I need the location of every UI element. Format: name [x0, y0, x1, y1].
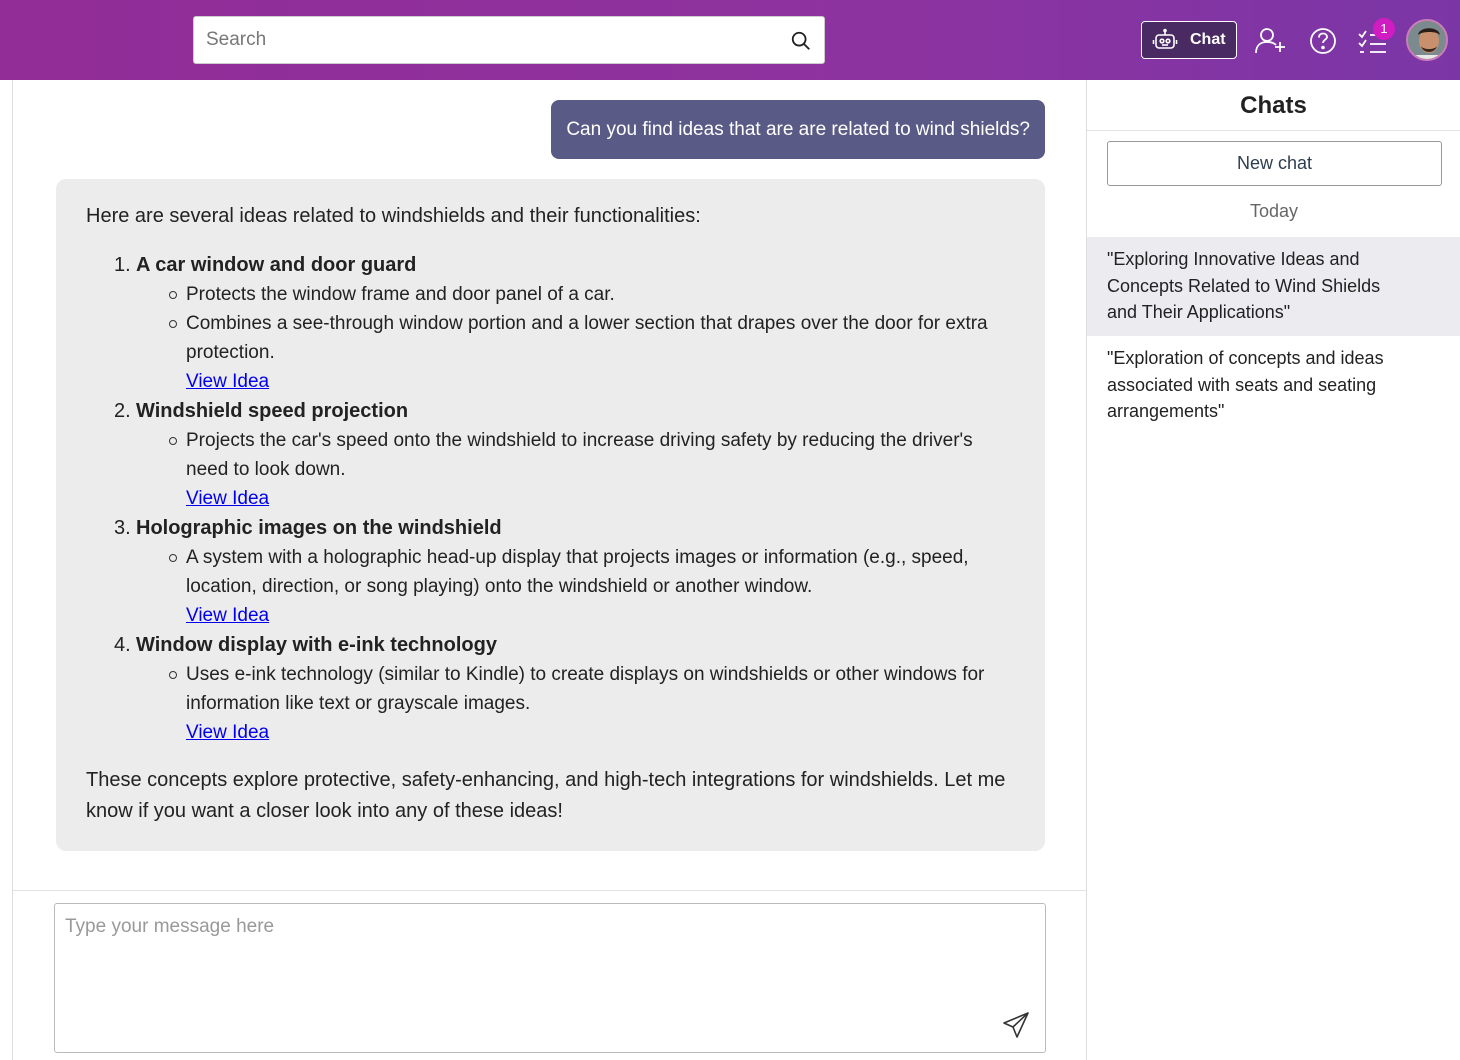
- send-icon[interactable]: [1001, 1010, 1031, 1040]
- idea-title: Window display with e-ink technology: [136, 634, 497, 656]
- idea-point: Protects the window frame and door panel…: [169, 280, 1015, 309]
- view-idea-link[interactable]: View Idea: [186, 484, 1015, 513]
- idea-points: Protects the window frame and door panel…: [169, 280, 1015, 367]
- new-chat-button[interactable]: New chat: [1107, 141, 1442, 186]
- list-item: 1. A car window and door guard Protects …: [86, 250, 1015, 396]
- chat-main: Can you find ideas that are are related …: [13, 80, 1086, 1060]
- idea-point: A system with a holographic head-up disp…: [169, 543, 1015, 601]
- list-item: 2. Windshield speed projection Projects …: [86, 396, 1015, 513]
- idea-number: 1.: [114, 254, 131, 276]
- chat-history-item[interactable]: "Exploring Innovative Ideas and Concepts…: [1087, 237, 1460, 336]
- search-input[interactable]: [194, 17, 774, 63]
- idea-number: 4.: [114, 634, 131, 656]
- chat-history-title: "Exploration of concepts and ideas assoc…: [1107, 348, 1384, 421]
- idea-points: A system with a holographic head-up disp…: [169, 543, 1015, 601]
- list-item: 4. Window display with e-ink technology …: [86, 630, 1015, 747]
- idea-title: Holographic images on the windshield: [136, 517, 502, 539]
- idea-list: 1. A car window and door guard Protects …: [86, 250, 1015, 747]
- assistant-message: Here are several ideas related to windsh…: [56, 179, 1045, 851]
- assistant-intro: Here are several ideas related to windsh…: [86, 205, 701, 227]
- idea-point: Uses e-ink technology (similar to Kindle…: [169, 660, 1015, 718]
- chat-button-label: Chat: [1190, 31, 1226, 48]
- help-icon[interactable]: [1306, 24, 1340, 58]
- sidebar-title: Chats: [1087, 80, 1460, 131]
- user-photo-icon: [1408, 21, 1446, 59]
- search-icon[interactable]: [790, 30, 812, 52]
- idea-title: A car window and door guard: [136, 254, 417, 276]
- list-item: 3. Holographic images on the windshield …: [86, 513, 1015, 630]
- top-header: Chat 1: [0, 0, 1460, 80]
- idea-points: Uses e-ink technology (similar to Kindle…: [169, 660, 1015, 718]
- chat-button[interactable]: Chat: [1141, 21, 1237, 59]
- idea-number: 3.: [114, 517, 131, 539]
- robot-icon: [1152, 28, 1178, 49]
- message-composer[interactable]: [54, 903, 1046, 1053]
- message-input[interactable]: [55, 904, 985, 1052]
- idea-point: Combines a see-through window portion an…: [169, 309, 1015, 367]
- view-idea-link[interactable]: View Idea: [186, 718, 1015, 747]
- view-idea-link[interactable]: View Idea: [186, 367, 1015, 396]
- notification-badge: 1: [1373, 18, 1395, 40]
- avatar[interactable]: [1406, 19, 1448, 61]
- chat-history-title: "Exploring Innovative Ideas and Concepts…: [1107, 249, 1381, 322]
- idea-points: Projects the car's speed onto the windsh…: [169, 426, 1015, 484]
- chat-history-item[interactable]: "Exploration of concepts and ideas assoc…: [1087, 336, 1460, 435]
- add-user-icon[interactable]: [1254, 24, 1288, 58]
- idea-number: 2.: [114, 400, 131, 422]
- chats-sidebar: Chats New chat Today "Exploring Innovati…: [1086, 80, 1460, 1060]
- user-message: Can you find ideas that are are related …: [551, 100, 1045, 159]
- view-idea-link[interactable]: View Idea: [186, 601, 1015, 630]
- section-label-today: Today: [1249, 201, 1299, 221]
- assistant-outro: These concepts explore protective, safet…: [86, 769, 1006, 822]
- idea-point: Projects the car's speed onto the windsh…: [169, 426, 1015, 484]
- search-box[interactable]: [193, 16, 825, 64]
- composer-divider: [13, 890, 1086, 891]
- idea-title: Windshield speed projection: [136, 400, 409, 422]
